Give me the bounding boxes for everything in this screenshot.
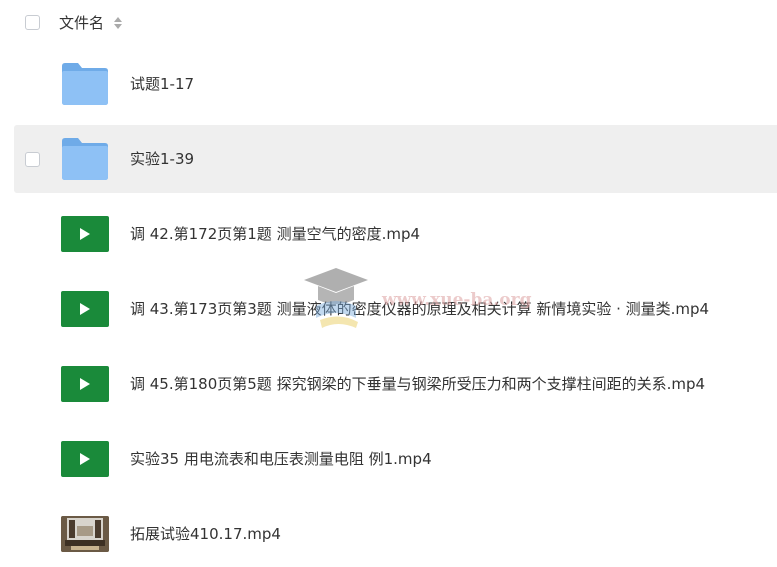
sort-icon[interactable] [113, 16, 123, 30]
file-name[interactable]: 调 45.第180页第5题 探究钢梁的下垂量与钢梁所受压力和两个支撑柱间距的关系… [130, 373, 705, 395]
file-name[interactable]: 调 42.第172页第1题 测量空气的密度.mp4 [130, 223, 420, 245]
select-all-checkbox[interactable] [25, 15, 40, 30]
list-item[interactable]: 拓展试验410.17.mp4 [14, 500, 777, 567]
list-item[interactable]: 调 43.第173页第3题 测量液体的密度仪器的原理及相关计算 新情境实验 · … [14, 275, 777, 343]
file-name[interactable]: 实验35 用电流表和电压表测量电阻 例1.mp4 [130, 448, 432, 470]
play-icon [61, 441, 109, 477]
list-item[interactable]: 调 45.第180页第5题 探究钢梁的下垂量与钢梁所受压力和两个支撑柱间距的关系… [14, 350, 777, 418]
play-icon [61, 216, 109, 252]
list-item[interactable]: 试题1-17 [14, 50, 777, 118]
folder-icon [60, 60, 110, 106]
list-item[interactable]: 实验1-39 [14, 125, 777, 193]
file-name[interactable]: 调 43.第173页第3题 测量液体的密度仪器的原理及相关计算 新情境实验 · … [130, 298, 709, 320]
folder-icon [60, 135, 110, 181]
list-item[interactable]: 调 42.第172页第1题 测量空气的密度.mp4 [14, 200, 777, 268]
video-thumbnail [61, 516, 109, 552]
column-header-filename[interactable]: 文件名 [59, 12, 104, 34]
list-item[interactable]: 实验35 用电流表和电压表测量电阻 例1.mp4 [14, 425, 777, 493]
file-name[interactable]: 实验1-39 [130, 148, 194, 170]
file-name[interactable]: 拓展试验410.17.mp4 [130, 523, 281, 545]
row-checkbox[interactable] [25, 152, 40, 167]
play-icon [61, 366, 109, 402]
play-icon [61, 291, 109, 327]
file-name[interactable]: 试题1-17 [130, 73, 194, 95]
file-list-page: 文件名 试题1-17 实验1-39 调 42.第172页第1题 测量空气的密度.… [0, 0, 777, 567]
list-header: 文件名 [0, 0, 777, 46]
